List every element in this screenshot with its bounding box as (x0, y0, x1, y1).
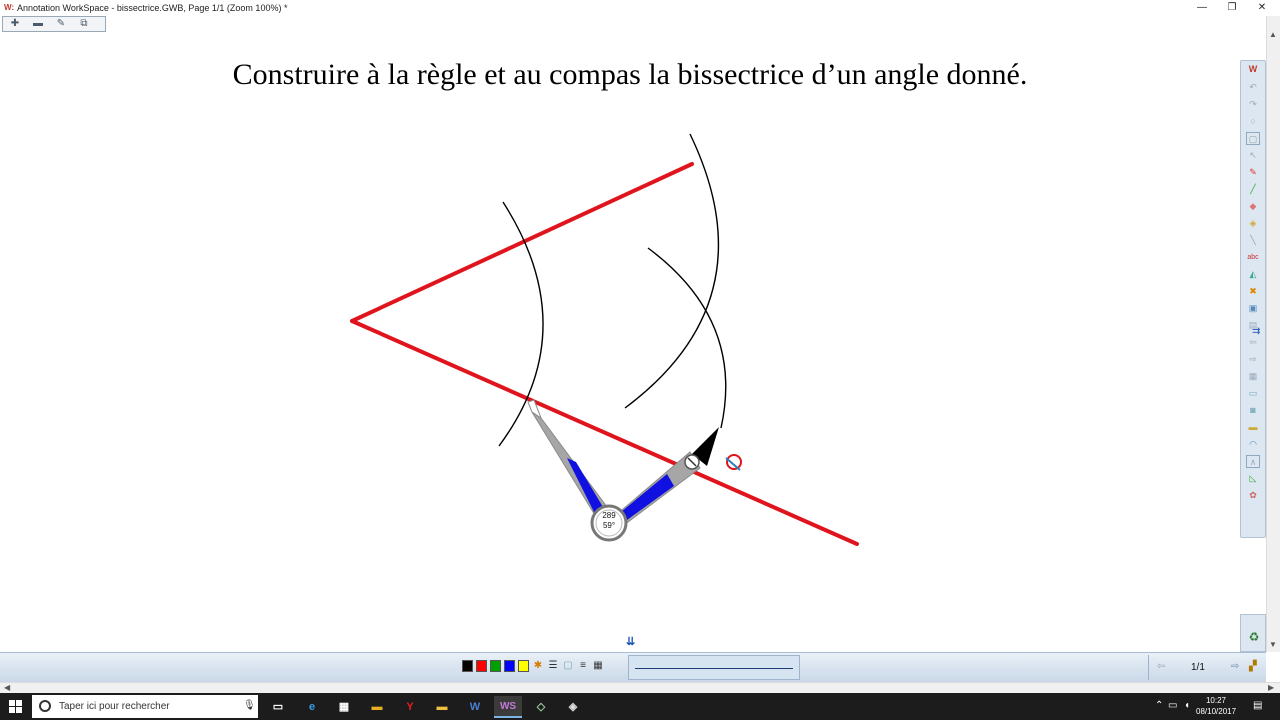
search-placeholder: Taper ici pour rechercher (59, 701, 170, 712)
delete-icon[interactable]: ✖ (1246, 285, 1260, 298)
maximize-icon: ❐ (1227, 2, 1237, 13)
toolbar-handle-icon[interactable]: ⇊ (626, 635, 644, 649)
network-icon[interactable]: ▭ (1168, 700, 1177, 711)
next-page-icon[interactable]: ⇨ (1231, 661, 1239, 672)
page-sorter-icon[interactable]: ▞ (1249, 661, 1257, 672)
line-icon[interactable]: ▬ (1246, 421, 1260, 434)
page-navigation: ⇦ 1/1 ⇨ ▞ (1148, 655, 1266, 680)
volume-icon[interactable]: ◖ (1184, 700, 1190, 711)
minimize-icon: — (1197, 2, 1207, 13)
screen-icon[interactable]: ▣ (1246, 302, 1260, 315)
eraser-icon[interactable]: ◆ (1246, 200, 1260, 213)
app-logo: W: (4, 3, 15, 12)
camera-icon[interactable]: ◙ (1246, 404, 1260, 417)
compass-icon[interactable]: ∧ (1246, 455, 1260, 468)
previous-page-icon[interactable]: ⇦ (1157, 661, 1165, 672)
red-app-icon[interactable]: Y (396, 696, 424, 718)
horizontal-scrollbar[interactable]: ◀ ▶ (0, 682, 1280, 693)
grid-icon[interactable]: ▦ (1246, 370, 1260, 383)
word-icon[interactable]: W (461, 696, 489, 718)
microphone-icon[interactable]: 🎙 (243, 700, 256, 711)
color-red[interactable] (476, 660, 487, 672)
cortana-icon (39, 700, 51, 712)
color-blue[interactable] (504, 660, 515, 672)
tray-chevron-icon[interactable]: ⌃ (1155, 700, 1163, 711)
compass-length: 289 (602, 511, 616, 520)
color-black[interactable] (462, 660, 473, 672)
task-view-icon[interactable]: ▭ (264, 696, 292, 718)
vertical-scrollbar[interactable]: ▲ ▼ (1266, 16, 1280, 652)
taskbar-search[interactable]: Taper ici pour rechercher 🎙 (32, 695, 258, 718)
transparency-icon[interactable]: ≡ (577, 660, 589, 672)
color-palette: ✱ ☰ ▢ ≡ ▦ (462, 660, 607, 672)
logo-icon: W (1248, 64, 1258, 74)
edge-icon[interactable]: e (298, 696, 326, 718)
line-preview[interactable] (628, 655, 800, 680)
taskbar: Taper ici pour rechercher 🎙 ▭ e ▦ ▬ Y ▬ … (0, 693, 1280, 720)
scroll-right-icon[interactable]: ▶ (1268, 683, 1274, 692)
compass-readout: 289 59° (593, 511, 625, 531)
pattern-icon[interactable]: ▦ (592, 660, 604, 672)
pen-icon[interactable]: ✎ (1246, 166, 1260, 179)
save-icon[interactable]: ▭ (1246, 387, 1260, 400)
circle-icon[interactable]: ○ (1246, 115, 1260, 128)
drawing-canvas[interactable] (0, 16, 1266, 652)
pointer-icon[interactable]: ↖ (1246, 149, 1260, 162)
recycle-bin-icon[interactable]: ♻ (1246, 629, 1262, 645)
page-heading: Construire à la règle et au compas la bi… (232, 58, 1028, 91)
close-button[interactable]: ✕ (1248, 0, 1276, 16)
window-title: Annotation WorkSpace - bissectrice.GWB, … (17, 3, 288, 13)
custom-color-icon[interactable]: ✱ (532, 660, 544, 672)
fill-icon[interactable]: ◈ (1246, 217, 1260, 230)
highlighter-icon[interactable]: ╱ (1246, 183, 1260, 196)
minimize-button[interactable]: — (1188, 0, 1216, 16)
clock-date: 08/10/2017 (1196, 707, 1237, 716)
taskbar-clock[interactable]: 10:27 08/10/2017 (1196, 695, 1236, 717)
store-icon[interactable]: ▦ (330, 696, 358, 718)
scroll-up-icon[interactable]: ▲ (1269, 30, 1277, 39)
workspace-icon[interactable]: WS (494, 696, 522, 718)
page-icon[interactable]: ▢ (1246, 132, 1260, 145)
clock-time: 10:27 (1205, 696, 1227, 705)
triangle-icon[interactable]: ◺ (1246, 472, 1260, 485)
undo-icon[interactable]: ↶ (1246, 81, 1260, 94)
page-count: 1/1 (1191, 662, 1205, 673)
maximize-button[interactable]: ❐ (1218, 0, 1246, 16)
explorer-icon[interactable]: ▬ (428, 696, 456, 718)
ruler-icon[interactable]: ╲ (1246, 234, 1260, 247)
notifications-icon[interactable]: ▤ (1253, 700, 1262, 711)
windows-start-icon[interactable] (9, 700, 22, 713)
tool-sidebar: W ↶ ↷ ○ ▢ ↖ ✎ ╱ ◆ ◈ ╲ abc ◭ ✖ ▣ ▤ ⇦ ⇨ ▦ … (1240, 60, 1266, 538)
color-yellow[interactable] (518, 660, 529, 672)
scroll-down-icon[interactable]: ▼ (1269, 640, 1277, 649)
sidebar-dock-icon[interactable]: ⇉ (1252, 326, 1260, 337)
back-icon[interactable]: ⇦ (1246, 336, 1260, 349)
color-green[interactable] (490, 660, 501, 672)
redo-icon[interactable]: ↷ (1246, 98, 1260, 111)
text-icon[interactable]: abc (1246, 251, 1260, 264)
app-9-icon[interactable]: ◇ (527, 696, 555, 718)
shape-icon[interactable]: ◭ (1246, 268, 1260, 281)
settings-icon[interactable]: ✿ (1246, 489, 1260, 502)
close-icon: ✕ (1257, 2, 1267, 13)
app-10-icon[interactable]: ◈ (559, 696, 587, 718)
recycle-panel: ♻ (1240, 614, 1266, 652)
line-style-icon[interactable]: ▢ (562, 660, 574, 672)
compass-angle: 59° (602, 521, 616, 530)
protractor-icon[interactable]: ◠ (1246, 438, 1260, 451)
folder-app-icon[interactable]: ▬ (363, 696, 391, 718)
bottom-toolbar: ✱ ☰ ▢ ≡ ▦ ⇦ 1/1 ⇨ ▞ (0, 652, 1266, 682)
title-bar: W: Annotation WorkSpace - bissectrice.GW… (0, 0, 1280, 16)
forward-icon[interactable]: ⇨ (1246, 353, 1260, 366)
line-width-icon[interactable]: ☰ (547, 660, 559, 672)
scroll-left-icon[interactable]: ◀ (4, 683, 10, 692)
